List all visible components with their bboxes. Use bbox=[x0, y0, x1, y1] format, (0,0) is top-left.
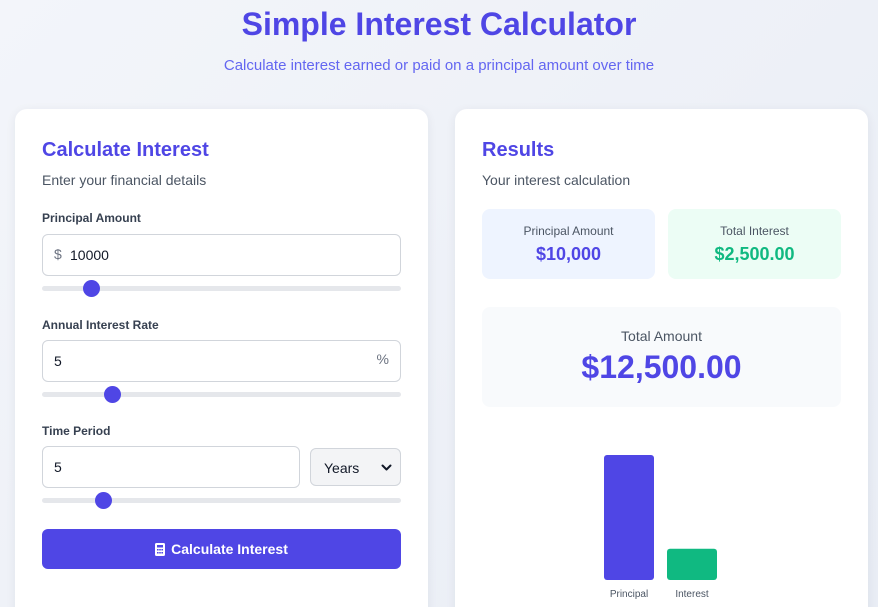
bar-principal bbox=[604, 455, 654, 580]
bar-interest bbox=[667, 548, 717, 580]
results-card: Results Your interest calculation Princi… bbox=[455, 109, 868, 607]
total-amount-label: Total Amount bbox=[621, 328, 702, 344]
principal-summary-label: Principal Amount bbox=[523, 224, 614, 238]
rate-input[interactable] bbox=[54, 341, 354, 381]
calculator-description: Enter your financial details bbox=[42, 172, 207, 188]
rate-field[interactable]: % bbox=[42, 340, 401, 382]
page-title: Simple Interest Calculator bbox=[241, 6, 637, 42]
time-slider-thumb[interactable] bbox=[95, 492, 112, 509]
principal-label: Principal Amount bbox=[42, 211, 141, 225]
principal-summary: Principal Amount $10,000 bbox=[482, 209, 655, 279]
breakdown-chart: Principal Interest bbox=[604, 455, 717, 600]
interest-summary-label: Total Interest bbox=[720, 224, 789, 238]
page: Simple Interest Calculator Calculate int… bbox=[0, 0, 878, 607]
principal-slider-thumb[interactable] bbox=[83, 280, 101, 297]
bar-label-principal: Principal bbox=[610, 589, 648, 600]
calculate-button-label: Calculate Interest bbox=[171, 541, 288, 557]
time-input[interactable] bbox=[54, 447, 284, 487]
bar-label-interest: Interest bbox=[675, 589, 709, 600]
time-unit-select[interactable]: Years bbox=[310, 448, 401, 486]
results-description: Your interest calculation bbox=[482, 172, 631, 188]
calculate-button[interactable]: Calculate Interest bbox=[42, 529, 401, 569]
rate-slider[interactable] bbox=[42, 386, 401, 403]
calculator-title: Calculate Interest bbox=[42, 139, 209, 161]
principal-summary-value: $10,000 bbox=[535, 244, 602, 264]
results-title: Results bbox=[482, 139, 555, 161]
calculator-icon bbox=[155, 542, 166, 556]
principal-slider[interactable] bbox=[42, 280, 401, 297]
total-amount-value: $12,500.00 bbox=[581, 349, 742, 385]
interest-summary-value: $2,500.00 bbox=[714, 244, 795, 264]
principal-field[interactable]: $ bbox=[42, 234, 401, 276]
rate-slider-thumb[interactable] bbox=[103, 386, 121, 403]
principal-input[interactable] bbox=[70, 235, 390, 275]
time-label: Time Period bbox=[42, 424, 111, 438]
calculator-card: Calculate Interest Enter your financial … bbox=[15, 109, 428, 607]
interest-summary: Total Interest $2,500.00 bbox=[668, 209, 841, 279]
currency-prefix: $ bbox=[54, 246, 62, 262]
rate-label: Annual Interest Rate bbox=[42, 318, 159, 332]
percent-suffix: % bbox=[376, 351, 389, 367]
time-field[interactable] bbox=[42, 446, 300, 488]
time-slider[interactable] bbox=[42, 492, 401, 509]
page-subtitle: Calculate interest earned or paid on a p… bbox=[223, 57, 655, 74]
time-unit-value: Years bbox=[324, 460, 360, 476]
chevron-down-icon bbox=[381, 464, 392, 471]
total-amount-box: Total Amount $12,500.00 bbox=[482, 307, 841, 407]
